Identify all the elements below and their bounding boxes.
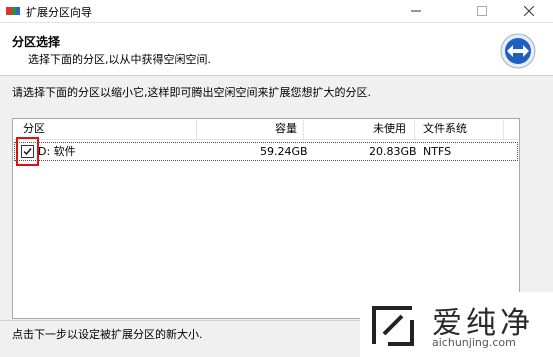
close-button[interactable] [507, 0, 551, 22]
resize-arrows-icon [500, 33, 536, 69]
minimize-button[interactable] [394, 0, 438, 22]
partition-filesystem: NTFS [423, 145, 452, 158]
footer-hint: 点击下一步以设定被扩展分区的新大小. [12, 328, 203, 341]
column-capacity[interactable]: 容量 [275, 119, 297, 139]
watermark: 爱纯净 aichunjing.com [360, 292, 553, 357]
watermark-url: aichunjing.com [432, 336, 516, 349]
list-header: 分区 容量 未使用 文件系统 [13, 119, 519, 140]
window-title: 扩展分区向导 [26, 6, 92, 19]
page-subtitle: 选择下面的分区,以从中获得空闲空间. [28, 53, 211, 66]
page-title: 分区选择 [12, 35, 61, 49]
close-icon [524, 6, 534, 16]
watermark-logo-icon [372, 306, 414, 346]
maximize-button[interactable] [460, 0, 504, 22]
partition-capacity: 59.24GB [260, 145, 308, 158]
minimize-icon [411, 10, 421, 12]
partition-list[interactable]: 分区 容量 未使用 文件系统 D: 软件 59.24GB 20.83GB NTF… [12, 118, 520, 319]
wizard-header: 分区选择 选择下面的分区,以从中获得空闲空间. [0, 23, 553, 76]
column-partition[interactable]: 分区 [23, 119, 45, 139]
maximize-icon [477, 6, 487, 16]
column-unused[interactable]: 未使用 [373, 119, 406, 139]
partition-name: D: 软件 [38, 145, 76, 158]
app-icon [6, 7, 20, 15]
instruction-text: 请选择下面的分区以缩小它,这样即可腾出空闲空间来扩展您想扩大的分区. [12, 86, 371, 99]
highlight-box [16, 137, 39, 166]
partition-unused: 20.83GB [369, 145, 417, 158]
column-filesystem[interactable]: 文件系统 [423, 119, 467, 139]
title-bar: 扩展分区向导 [0, 0, 553, 23]
table-row[interactable]: D: 软件 59.24GB 20.83GB NTFS [14, 142, 518, 161]
